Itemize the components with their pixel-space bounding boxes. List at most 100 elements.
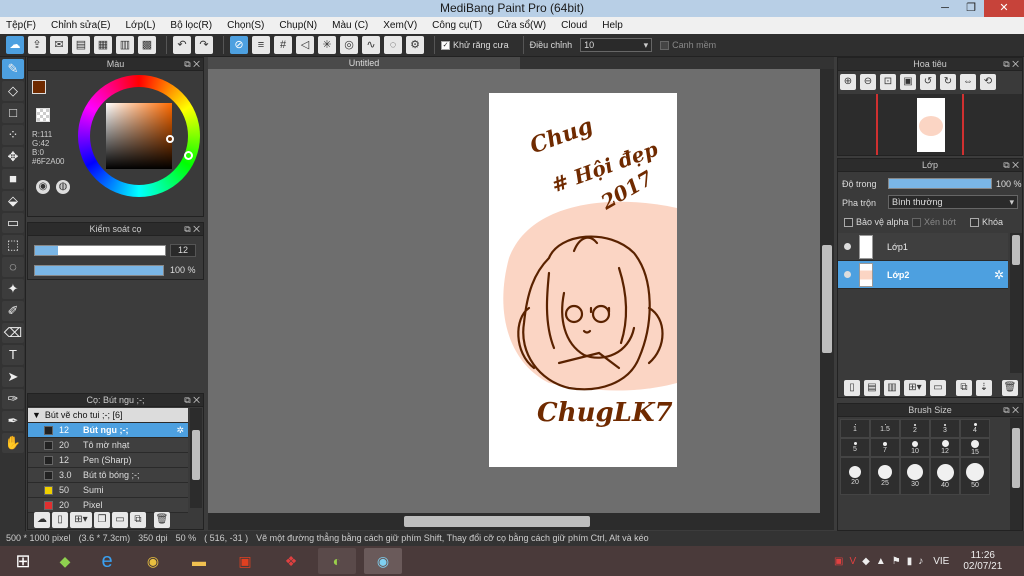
flag-icon[interactable]: ⚑: [892, 556, 901, 567]
rotate-right-icon[interactable]: ↻: [940, 74, 956, 90]
brush-size-option[interactable]: 50: [960, 457, 990, 495]
new-brush-icon[interactable]: ▯: [52, 512, 68, 528]
brush-size-slider[interactable]: [34, 245, 166, 256]
palette-edit-icon[interactable]: ◍: [56, 180, 70, 194]
color-picker-marker[interactable]: [166, 135, 174, 143]
layer-item[interactable]: Lớp2 ✲: [838, 261, 1008, 289]
lasso-tool-icon[interactable]: ◌: [2, 257, 24, 277]
brush-size-option[interactable]: 25: [870, 457, 900, 495]
export-icon[interactable]: ⇪: [28, 36, 46, 54]
expand-tray-icon[interactable]: ▲: [876, 556, 886, 567]
cloud-icon[interactable]: ☁: [6, 36, 24, 54]
delete-icon[interactable]: 🗑: [154, 512, 170, 528]
new-8bit-layer-icon[interactable]: ▥: [884, 380, 900, 396]
bucket-tool-icon[interactable]: ⬙: [2, 191, 24, 211]
merge-layer-icon[interactable]: ⇣: [976, 380, 992, 396]
transparent-color-swatch[interactable]: [36, 108, 50, 122]
panel-controls-icon[interactable]: ⧉ ✕: [184, 223, 200, 236]
cross-snap-icon[interactable]: #: [274, 36, 292, 54]
minimize-icon[interactable]: ─: [932, 0, 958, 17]
actual-size-icon[interactable]: ▣: [900, 74, 916, 90]
select-tool-icon[interactable]: ⬚: [2, 235, 24, 255]
document-tab[interactable]: Untitled: [208, 57, 520, 69]
brush-item[interactable]: 50 Sumi: [28, 483, 188, 498]
visibility-icon[interactable]: [844, 243, 851, 250]
fit-icon[interactable]: ⊡: [880, 74, 896, 90]
brush-group[interactable]: ▼ Bút vẽ cho tui ;-; [6]: [28, 408, 188, 423]
antialias-toggle[interactable]: ✓ Khử răng cưa: [441, 40, 509, 51]
volume-icon[interactable]: ♪: [918, 556, 923, 567]
eraser-tool-icon[interactable]: ◇: [2, 81, 24, 101]
duplicate-layer-icon[interactable]: ⧉: [956, 380, 972, 396]
file-explorer-icon[interactable]: ▬: [180, 548, 218, 574]
canvas-horizontal-scrollbar[interactable]: [208, 513, 834, 530]
panel-controls-icon[interactable]: ⧉ ✕: [184, 394, 200, 407]
curve-snap-icon[interactable]: ∿: [362, 36, 380, 54]
menu-color[interactable]: Màu (C): [330, 20, 370, 31]
magic-wand-tool-icon[interactable]: ✦: [2, 279, 24, 299]
select-eraser-tool-icon[interactable]: ⌫: [2, 323, 24, 343]
duplicate-icon[interactable]: ⧉: [130, 512, 146, 528]
vanish-snap-icon[interactable]: ◁: [296, 36, 314, 54]
menu-layer[interactable]: Lớp(L): [124, 20, 158, 31]
zoom-out-icon[interactable]: ⊖: [860, 74, 876, 90]
ellipse-snap-icon[interactable]: ◌: [384, 36, 402, 54]
ie-icon[interactable]: e: [88, 548, 126, 574]
navigator-preview[interactable]: [838, 94, 1022, 155]
panel-controls-icon[interactable]: ⧉ ✕: [1003, 58, 1019, 71]
brush-size-option[interactable]: 20: [840, 457, 870, 495]
operation-tool-icon[interactable]: ➤: [2, 367, 24, 387]
comment-icon[interactable]: ✉: [50, 36, 68, 54]
brush-size-value[interactable]: 12: [170, 244, 196, 257]
radial-snap-icon[interactable]: ✳: [318, 36, 336, 54]
clip-toggle[interactable]: Xén bớt: [912, 217, 956, 228]
panel-controls-icon[interactable]: ⧉ ✕: [1003, 404, 1019, 417]
lock-toggle[interactable]: Khóa: [970, 217, 1003, 228]
tray-app-icon[interactable]: ▣: [834, 556, 843, 567]
canvas-vertical-scrollbar[interactable]: [820, 69, 834, 513]
redo-icon[interactable]: ↷: [195, 36, 213, 54]
scroll-thumb[interactable]: [404, 516, 590, 527]
clock[interactable]: 11:26 02/07/21: [963, 550, 1002, 572]
canvas-viewport[interactable]: Chug # Hội đẹp 2017 ChugLK7: [208, 69, 820, 513]
new-layer-icon[interactable]: ▯: [844, 380, 860, 396]
menu-file[interactable]: Tệp(F): [4, 20, 38, 31]
dropper-tool-icon[interactable]: ✑: [2, 389, 24, 409]
parallel-snap-icon[interactable]: ≡: [252, 36, 270, 54]
brush-size-option[interactable]: 7: [870, 438, 900, 457]
lock-checkbox[interactable]: [970, 218, 979, 228]
brush-size-option[interactable]: 1.5: [870, 419, 900, 438]
protect-alpha-checkbox[interactable]: [844, 218, 853, 228]
bluestacks-icon[interactable]: ◆: [46, 548, 84, 574]
new-halftone-layer-icon[interactable]: ▤: [864, 380, 880, 396]
network-icon[interactable]: ▮: [907, 556, 913, 567]
rectangle-tool-icon[interactable]: □: [2, 103, 24, 123]
layer-opacity-slider[interactable]: [888, 178, 992, 189]
canvas-page[interactable]: Chug # Hội đẹp 2017 ChugLK7: [489, 93, 677, 467]
tiles-icon[interactable]: ▩: [138, 36, 156, 54]
gear-icon[interactable]: ✲: [994, 268, 1004, 282]
note-icon[interactable]: ▤: [72, 36, 90, 54]
menu-help[interactable]: Help: [600, 20, 625, 31]
layer-item[interactable]: Lớp1: [838, 233, 1008, 261]
visibility-icon[interactable]: [844, 271, 851, 278]
menu-view[interactable]: Xem(V): [381, 20, 419, 31]
menu-select[interactable]: Chọn(S): [225, 20, 266, 31]
brush-size-option[interactable]: 30: [900, 457, 930, 495]
cloud-brush-icon[interactable]: ☁: [34, 512, 50, 528]
reset-icon[interactable]: ⟲: [980, 74, 996, 90]
unikey-icon[interactable]: V: [849, 556, 856, 567]
hue-marker[interactable]: [184, 151, 193, 160]
palette-icon[interactable]: ◉: [36, 180, 50, 194]
menu-cloud[interactable]: Cloud: [559, 20, 589, 31]
brush-item[interactable]: 12 Bút ngu ;-; ✲: [28, 423, 188, 438]
brush-item[interactable]: 3.0 Bút tô bóng ;-;: [28, 468, 188, 483]
edge-toggle[interactable]: Canh mềm: [660, 40, 716, 51]
brush-list-scrollbar[interactable]: [190, 408, 202, 508]
brush-size-option[interactable]: 12: [930, 438, 960, 457]
rotate-left-icon[interactable]: ↺: [920, 74, 936, 90]
grid-icon[interactable]: ▥: [116, 36, 134, 54]
text-tool-icon[interactable]: T: [2, 345, 24, 365]
coccoc-icon[interactable]: ◐: [318, 548, 356, 574]
brush-size-option[interactable]: 10: [900, 438, 930, 457]
